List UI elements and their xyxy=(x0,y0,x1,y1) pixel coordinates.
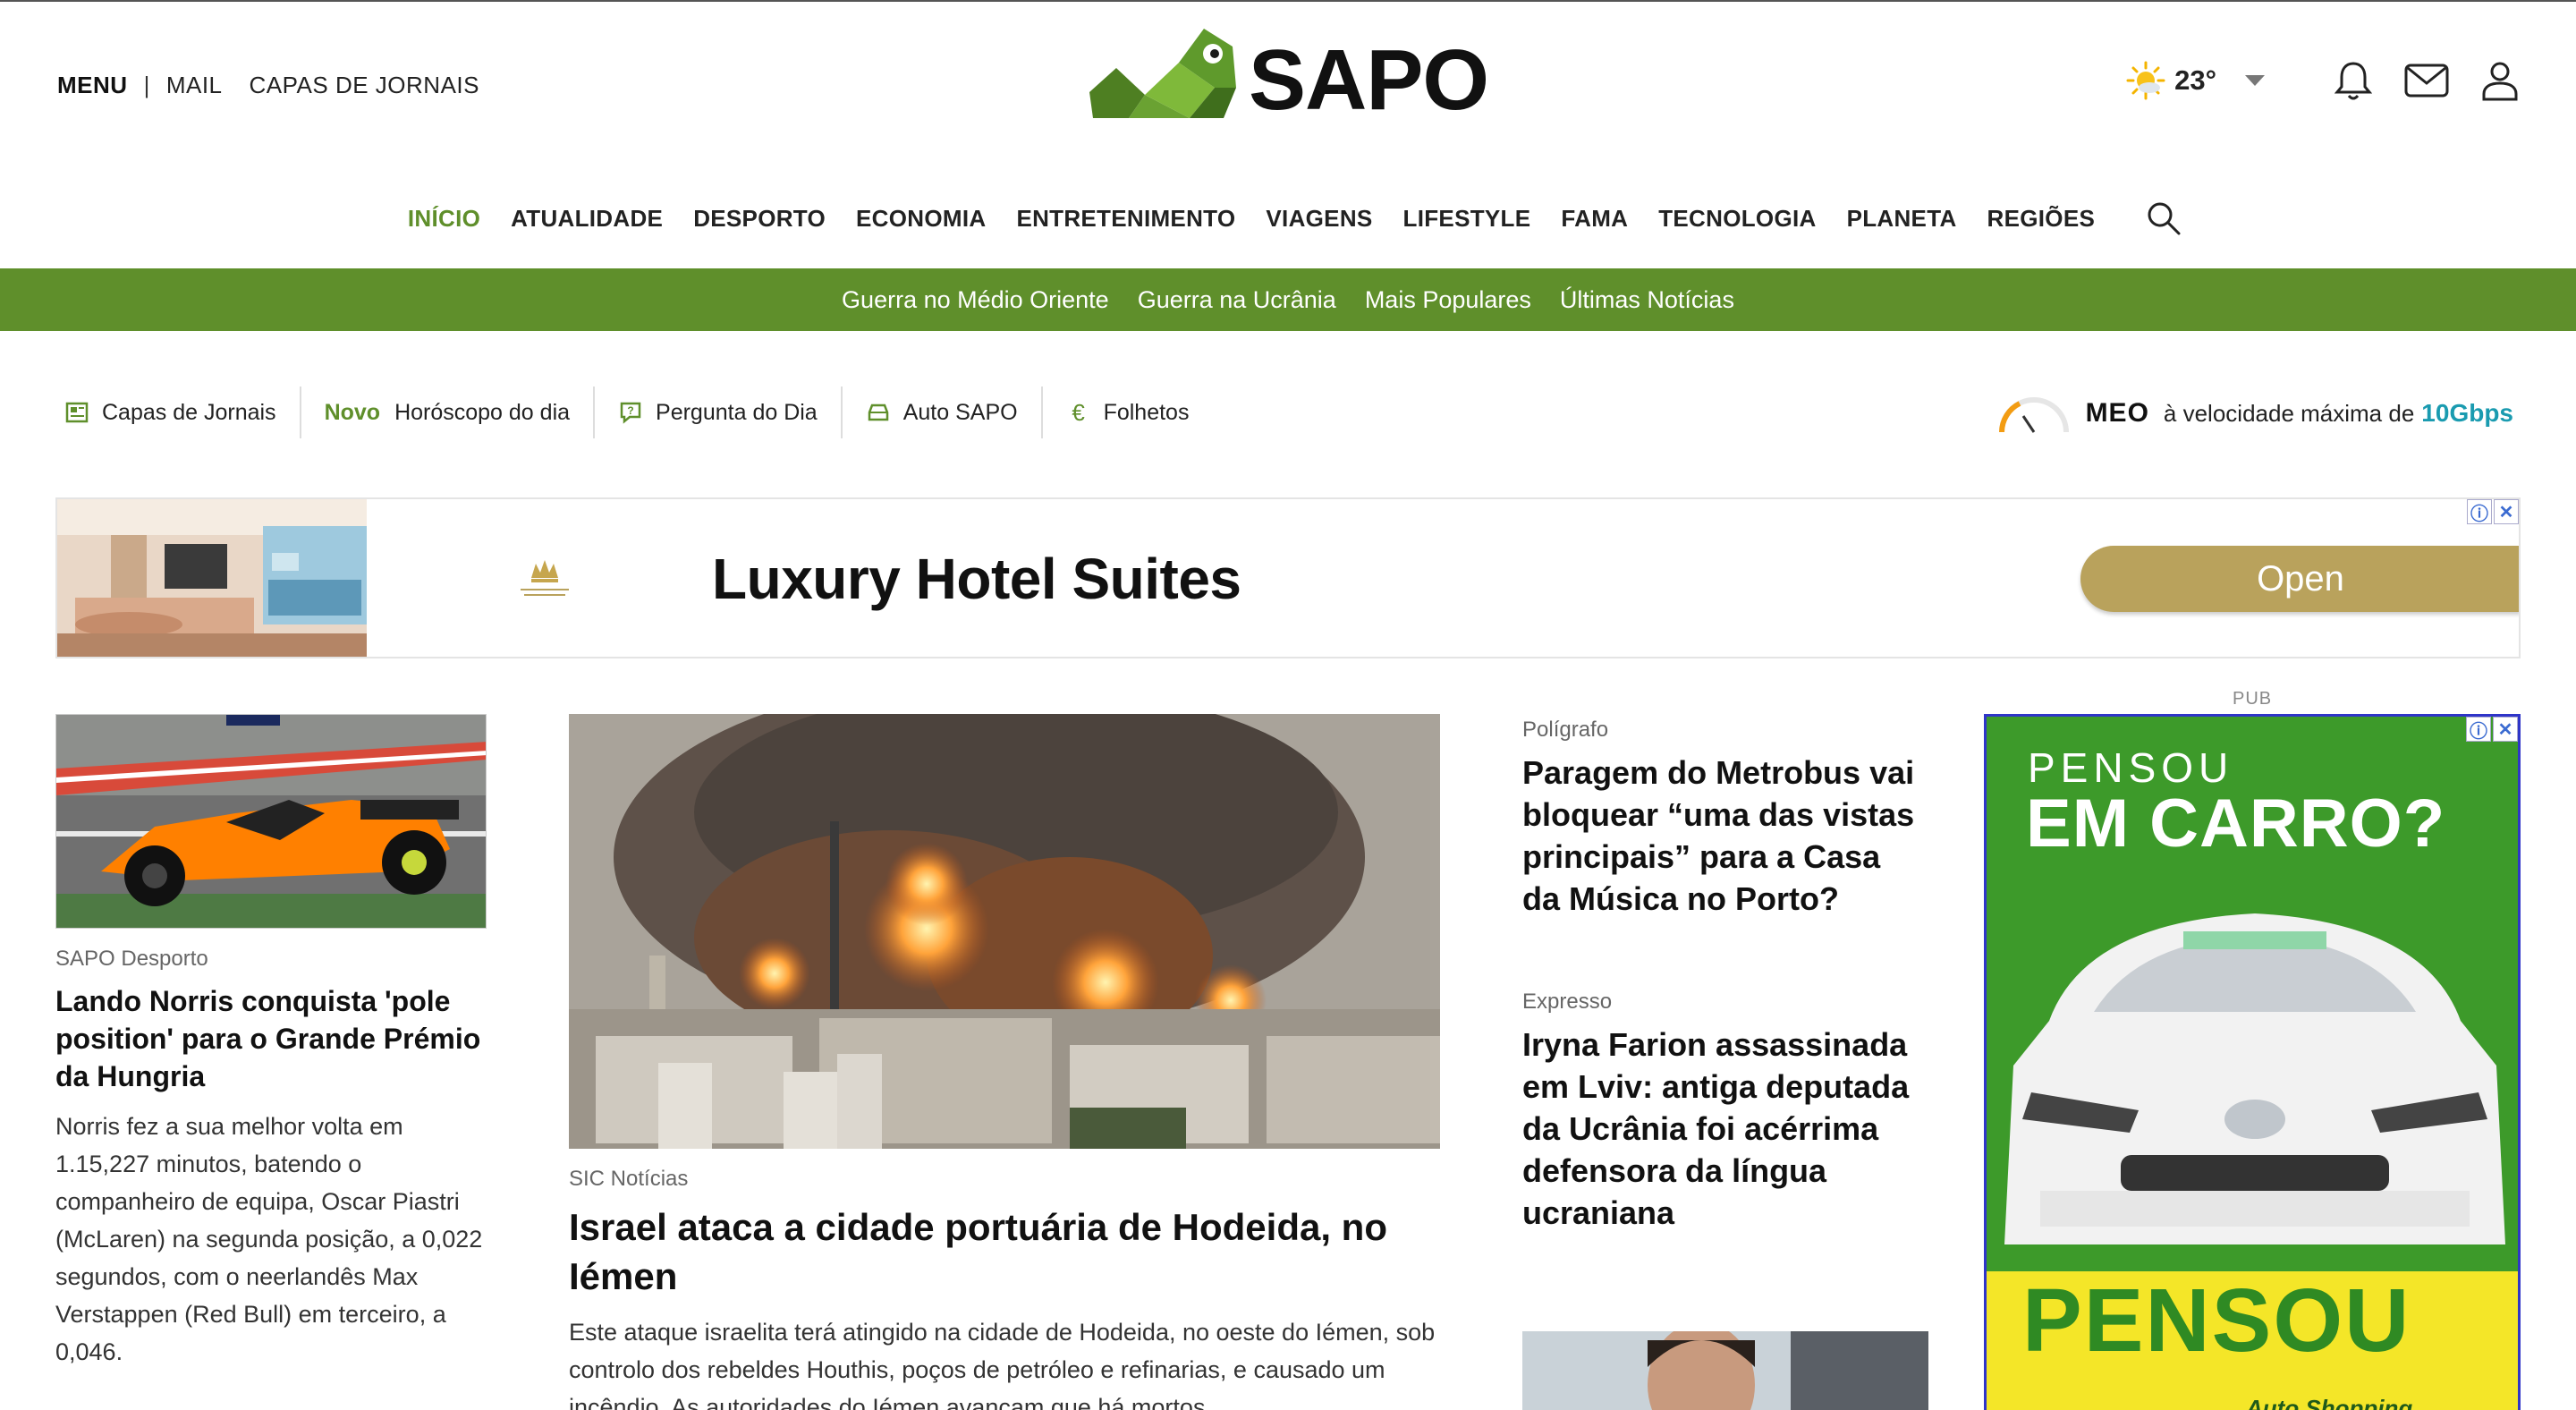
article-right-2[interactable]: Expresso Iryna Farion assassinada em Lvi… xyxy=(1522,990,1925,1234)
bell-icon[interactable] xyxy=(2331,58,2376,103)
user-icon[interactable] xyxy=(2478,58,2522,103)
shortcut-folhetos[interactable]: € Folhetos xyxy=(1040,386,1213,438)
mail-link[interactable]: MAIL xyxy=(166,72,223,99)
header-separator: | xyxy=(143,71,150,98)
nav-item-desporto[interactable]: DESPORTO xyxy=(693,205,826,233)
search-icon[interactable] xyxy=(2144,199,2183,238)
shortcut-pergunta-do-dia[interactable]: ? Pergunta do Dia xyxy=(593,386,841,438)
article-image[interactable] xyxy=(55,714,487,929)
meo-promo[interactable]: MEO à velocidade máxima de 10Gbps xyxy=(1996,385,2513,442)
shortcut-auto-sapo[interactable]: Auto SAPO xyxy=(840,386,1041,438)
article-image[interactable] xyxy=(1522,1331,1928,1410)
article-source: Expresso xyxy=(1522,990,1613,1014)
article-title[interactable]: Iryna Farion assassinada em Lviv: antiga… xyxy=(1522,1024,1925,1234)
new-badge: Novo xyxy=(324,399,381,425)
question-bubble-icon: ? xyxy=(618,400,643,425)
article-summary: Este ataque israelita terá atingido na c… xyxy=(569,1319,1436,1410)
article-left[interactable]: SAPO Desporto Lando Norris conquista 'po… xyxy=(55,714,487,1371)
hotel-crest-logo xyxy=(521,560,569,596)
banner-ad[interactable]: Luxury Hotel Suites Open ⓘ ✕ xyxy=(55,497,2521,658)
svg-text:?: ? xyxy=(627,404,633,417)
side-ad[interactable]: PENSOU EM CARRO? PENSOU Auto Shopping ⓘ … xyxy=(1984,714,2521,1410)
nav-item-regioes[interactable]: REGIÕES xyxy=(1987,205,2096,233)
article-source: SIC Notícias xyxy=(569,1167,689,1191)
port-fire-image xyxy=(569,714,1440,1149)
nav-item-viagens[interactable]: VIAGENS xyxy=(1266,205,1372,233)
ad-choices[interactable]: ⓘ ✕ xyxy=(2466,717,2518,742)
nav-item-fama[interactable]: FAMA xyxy=(1561,205,1628,233)
topic-link-ultimas-noticias[interactable]: Últimas Notícias xyxy=(1560,286,1734,314)
weather-temperature: 23° xyxy=(2174,64,2216,96)
speed-gauge-icon xyxy=(1998,397,2069,433)
header-right-tools: 23° xyxy=(2126,54,2522,107)
chevron-down-icon[interactable] xyxy=(2245,75,2265,86)
topic-link-mais-populares[interactable]: Mais Populares xyxy=(1365,286,1531,314)
nav-item-entretenimento[interactable]: ENTRETENIMENTO xyxy=(1016,205,1235,233)
header-left-links: MENU | MAIL CAPAS DE JORNAIS xyxy=(57,70,506,100)
sun-icon xyxy=(2126,61,2165,100)
pub-label: PUB xyxy=(2233,689,2273,709)
shortcuts-row: Capas de Jornais Novo Horóscopo do dia ?… xyxy=(57,386,1212,438)
mail-icon[interactable] xyxy=(2404,58,2449,103)
close-icon[interactable]: ✕ xyxy=(2494,499,2519,524)
shortcut-label: Capas de Jornais xyxy=(102,399,276,425)
weather-widget[interactable]: 23° xyxy=(2126,61,2265,100)
shortcut-label: Folhetos xyxy=(1103,399,1190,425)
f1-car-image xyxy=(56,715,486,928)
main-navigation: INÍCIO ATUALIDADE DESPORTO ECONOMIA ENTR… xyxy=(0,199,2576,238)
capas-de-jornais-link[interactable]: CAPAS DE JORNAIS xyxy=(250,72,479,99)
nav-item-tecnologia[interactable]: TECNOLOGIA xyxy=(1658,205,1816,233)
ad-line-2: EM CARRO? xyxy=(2026,786,2446,862)
top-border xyxy=(0,0,2576,2)
meo-logo: MEO xyxy=(2085,398,2149,428)
logo-text: SAPO xyxy=(1249,32,1489,128)
meo-speed: 10Gbps xyxy=(2421,399,2513,427)
car-image xyxy=(2004,913,2505,1244)
ad-line-4: Auto Shopping xyxy=(2246,1395,2413,1410)
newspaper-icon xyxy=(64,400,89,425)
article-title[interactable]: Lando Norris conquista 'pole position' p… xyxy=(55,982,487,1095)
car-icon xyxy=(866,400,891,425)
shortcut-horoscopo[interactable]: Novo Horóscopo do dia xyxy=(299,386,593,438)
nav-item-lifestyle[interactable]: LIFESTYLE xyxy=(1403,205,1531,233)
meo-text: à velocidade máxima de xyxy=(2163,399,2415,427)
shortcut-label: Pergunta do Dia xyxy=(656,399,818,425)
ad-open-button[interactable]: Open xyxy=(2080,546,2519,612)
sapo-logo[interactable]: SAPO xyxy=(1089,25,1489,123)
person-photo xyxy=(1522,1331,1928,1410)
euro-icon: € xyxy=(1072,398,1085,426)
article-title[interactable]: Israel ataca a cidade portuária de Hodei… xyxy=(569,1202,1440,1301)
ad-choices[interactable]: ⓘ ✕ xyxy=(2467,499,2519,524)
ad-info-icon[interactable]: ⓘ xyxy=(2467,499,2492,524)
topics-bar: Guerra no Médio Oriente Guerra na Ucrâni… xyxy=(0,268,2576,331)
article-source: SAPO Desporto xyxy=(55,947,208,971)
frog-logo-icon xyxy=(1089,29,1236,118)
topic-link-medio-oriente[interactable]: Guerra no Médio Oriente xyxy=(842,286,1109,314)
menu-button[interactable]: MENU xyxy=(57,72,128,99)
article-right-1[interactable]: Polígrafo Paragem do Metrobus vai bloque… xyxy=(1522,718,1925,920)
nav-item-planeta[interactable]: PLANETA xyxy=(1847,205,1957,233)
article-title[interactable]: Paragem do Metrobus vai bloquear “uma da… xyxy=(1522,752,1925,920)
nav-item-inicio[interactable]: INÍCIO xyxy=(408,205,480,233)
shortcut-capas-de-jornais[interactable]: Capas de Jornais xyxy=(57,386,300,438)
ad-info-icon[interactable]: ⓘ xyxy=(2466,717,2491,742)
article-summary: Norris fez a sua melhor volta em 1.15,22… xyxy=(55,1113,483,1365)
nav-item-atualidade[interactable]: ATUALIDADE xyxy=(511,205,663,233)
close-icon[interactable]: ✕ xyxy=(2493,717,2518,742)
article-image[interactable] xyxy=(569,714,1440,1149)
topic-link-ucrania[interactable]: Guerra na Ucrânia xyxy=(1138,286,1336,314)
ad-headline: Luxury Hotel Suites xyxy=(712,547,1241,611)
shortcut-label: Horóscopo do dia xyxy=(394,399,571,425)
shortcut-label: Auto SAPO xyxy=(902,399,1018,425)
article-source: Polígrafo xyxy=(1522,718,1609,742)
ad-line-3: PENSOU xyxy=(2022,1270,2411,1371)
article-center[interactable]: SIC Notícias Israel ataca a cidade portu… xyxy=(569,714,1440,1410)
article-right-list: Polígrafo Paragem do Metrobus vai bloque… xyxy=(1522,712,1928,1410)
nav-item-economia[interactable]: ECONOMIA xyxy=(856,205,986,233)
hotel-room-image xyxy=(57,499,367,657)
